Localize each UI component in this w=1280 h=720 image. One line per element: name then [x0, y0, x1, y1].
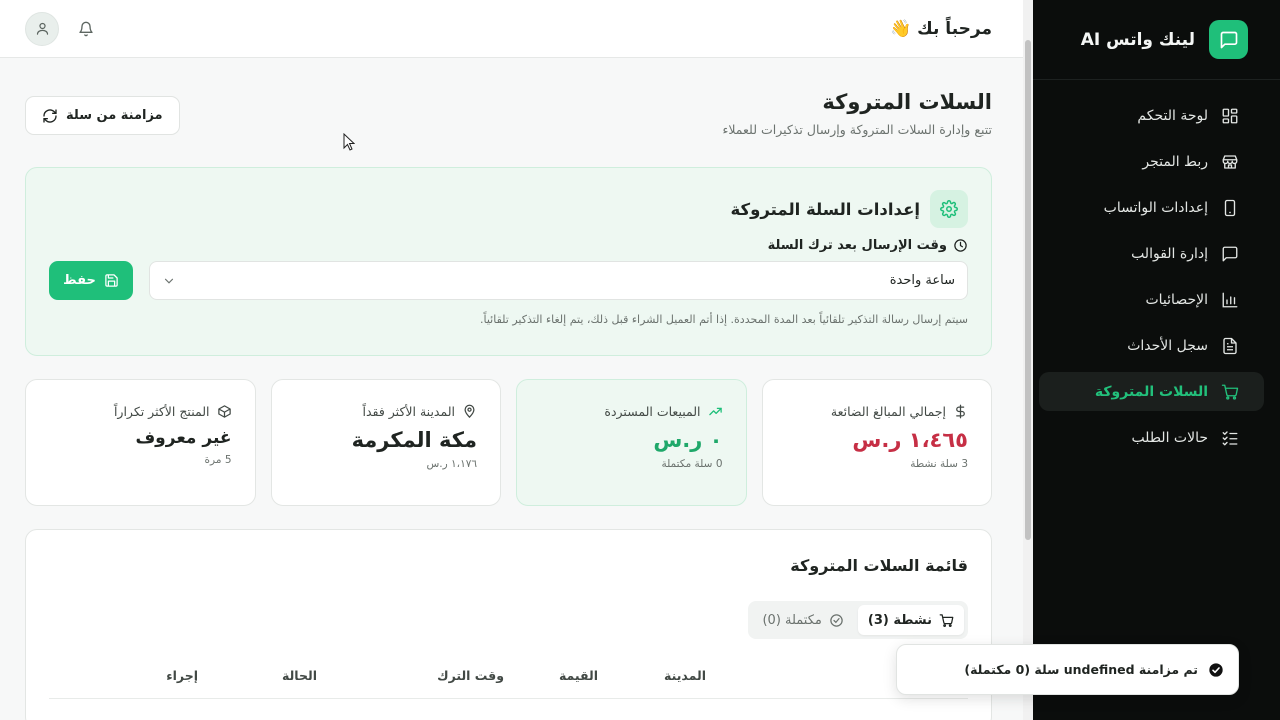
check-circle-filled-icon [1209, 662, 1223, 677]
sync-button[interactable]: مزامنة من سلة [25, 96, 180, 135]
sidebar-item-label: سجل الأحداث [1127, 337, 1208, 354]
mouse-cursor-icon [343, 133, 355, 151]
page-header: السلات المتروكة تتبع وإدارة السلات المتر… [25, 88, 992, 158]
notifications-button[interactable] [69, 12, 103, 46]
stat-label: المدينة الأكثر فقداً [362, 404, 455, 419]
column-header: القيمة [558, 668, 598, 683]
sidebar-nav: لوحة التحكم ربط المتجر إعدادات الواتساب … [1023, 80, 1280, 473]
stat-label: إجمالي المبالغ الضائعة [830, 404, 946, 419]
sidebar-item-label: حالات الطلب [1131, 429, 1208, 446]
cart-icon [1220, 382, 1240, 402]
sidebar-item-label: ربط المتجر [1142, 153, 1208, 170]
column-header: وقت الترك [437, 668, 504, 683]
dollar-icon [956, 404, 965, 419]
page-subtitle: تتبع وإدارة السلات المتروكة وإرسال تذكير… [722, 122, 992, 137]
chevron-down-icon [164, 278, 174, 284]
abandoned-cart-settings: إعدادات السلة المتروكة وقت الإرسال بعد ت… [25, 167, 992, 356]
stat-label: المنتج الأكثر تكراراً [113, 404, 210, 419]
settings-header: إعدادات السلة المتروكة [49, 190, 968, 228]
sidebar-item-templates[interactable]: إدارة القوالب [1039, 234, 1264, 273]
settings-title: إعدادات السلة المتروكة [730, 199, 920, 219]
scrollbar-thumb[interactable] [1025, 40, 1031, 540]
send-delay-value: ساعة واحدة [889, 273, 955, 288]
brand[interactable]: لينك واتس AI [1023, 0, 1280, 80]
tab-completed[interactable]: مكتملة (0) [752, 605, 853, 635]
sidebar-item-label: السلات المتروكة [1094, 383, 1208, 400]
stat-card-lost: إجمالي المبالغ الضائعة ١،٤٦٥ ر.س 3 سلة ن… [761, 379, 992, 506]
clock-icon [954, 239, 967, 252]
toast-message: تم مزامنة undefined سلة (0 مكتملة) [964, 662, 1198, 677]
stat-label: المبيعات المستردة [604, 404, 701, 419]
user-icon [36, 22, 48, 35]
phone-icon [1220, 198, 1240, 218]
abandoned-carts-list: قائمة السلات المتروكة نشطة (3) مكتملة (0… [25, 529, 992, 720]
stat-card-product: المنتج الأكثر تكراراً غير معروف 5 مرة [25, 379, 256, 506]
stat-sub: 3 سلة نشطة [910, 458, 968, 470]
page-title: السلات المتروكة [822, 90, 992, 114]
stat-value: ١،٤٦٥ ر.س [852, 428, 968, 452]
stat-value: مكة المكرمة [351, 428, 477, 452]
save-button-label: حفظ [63, 273, 96, 288]
trending-up-icon [708, 407, 722, 416]
sidebar-item-dashboard[interactable]: لوحة التحكم [1039, 96, 1264, 135]
package-icon [217, 405, 231, 418]
cart-icon [939, 613, 954, 627]
sidebar-item-order-status[interactable]: حالات الطلب [1039, 418, 1264, 457]
gear-icon [930, 190, 968, 228]
column-header: إجراء [166, 668, 198, 683]
send-delay-row: ساعة واحدة حفظ [49, 261, 968, 300]
sidebar-item-statistics[interactable]: الإحصائيات [1039, 280, 1264, 319]
save-icon [105, 274, 118, 287]
list-title: قائمة السلات المتروكة [790, 556, 968, 575]
refresh-icon [43, 108, 57, 123]
stat-sub: 5 مرة [204, 454, 232, 466]
brand-name: لينك واتس AI [1080, 29, 1195, 50]
bar-chart-icon [1220, 290, 1240, 310]
stats-row: إجمالي المبالغ الضائعة ١،٤٦٥ ر.س 3 سلة ن… [25, 379, 992, 506]
topbar: مرحباً بك 👋 [0, 0, 1023, 58]
chat-logo-icon [1209, 20, 1248, 59]
stat-card-city: المدينة الأكثر فقداً مكة المكرمة ١،١٧٦ ر… [270, 379, 501, 506]
table-header: المدينة القيمة وقت الترك الحالة إجراء [49, 659, 968, 699]
store-icon [1220, 152, 1240, 172]
toast-notification: تم مزامنة undefined سلة (0 مكتملة) [896, 644, 1239, 695]
bell-icon [79, 21, 93, 36]
file-text-icon [1220, 336, 1240, 356]
topbar-actions [25, 11, 103, 46]
dashboard-icon [1220, 106, 1240, 126]
stat-sub: ١،١٧٦ ر.س [426, 458, 477, 470]
sidebar: لينك واتس AI لوحة التحكم ربط المتجر إعدا… [1023, 0, 1280, 720]
save-button[interactable]: حفظ [49, 261, 133, 300]
check-circle-icon [830, 613, 843, 627]
sidebar-item-abandoned-carts[interactable]: السلات المتروكة [1039, 372, 1264, 411]
main-area: مرحباً بك 👋 السلات المتروكة تتبع وإدارة … [0, 0, 1023, 720]
send-delay-select[interactable]: ساعة واحدة [149, 261, 968, 300]
tab-active[interactable]: نشطة (3) [857, 605, 964, 635]
list-checks-icon [1220, 428, 1240, 448]
sidebar-item-label: الإحصائيات [1145, 291, 1208, 308]
welcome-message: مرحباً بك 👋 [890, 18, 992, 39]
sync-button-label: مزامنة من سلة [66, 108, 163, 123]
message-icon [1220, 244, 1240, 264]
sidebar-item-label: لوحة التحكم [1137, 107, 1208, 124]
column-header: المدينة [664, 668, 706, 683]
stat-value: ٠ ر.س [653, 428, 723, 452]
sidebar-item-event-log[interactable]: سجل الأحداث [1039, 326, 1264, 365]
user-avatar[interactable] [25, 11, 59, 46]
column-header: الحالة [282, 668, 317, 683]
settings-hint: سيتم إرسال رسالة التذكير تلقائياً بعد ال… [480, 313, 968, 326]
scrollbar[interactable] [1023, 0, 1033, 720]
status-tabs: نشطة (3) مكتملة (0) [748, 601, 968, 639]
stat-card-recovered: المبيعات المستردة ٠ ر.س 0 سلة مكتملة [516, 379, 747, 506]
sidebar-item-store[interactable]: ربط المتجر [1039, 142, 1264, 181]
sidebar-item-label: إدارة القوالب [1131, 245, 1208, 262]
send-delay-label: وقت الإرسال بعد ترك السلة [49, 238, 968, 253]
page-content: السلات المتروكة تتبع وإدارة السلات المتر… [0, 58, 1023, 720]
map-pin-icon [464, 404, 475, 418]
sidebar-item-label: إعدادات الواتساب [1103, 199, 1208, 216]
stat-value: غير معروف [135, 428, 232, 448]
sidebar-item-whatsapp-settings[interactable]: إعدادات الواتساب [1039, 188, 1264, 227]
stat-sub: 0 سلة مكتملة [661, 458, 723, 470]
